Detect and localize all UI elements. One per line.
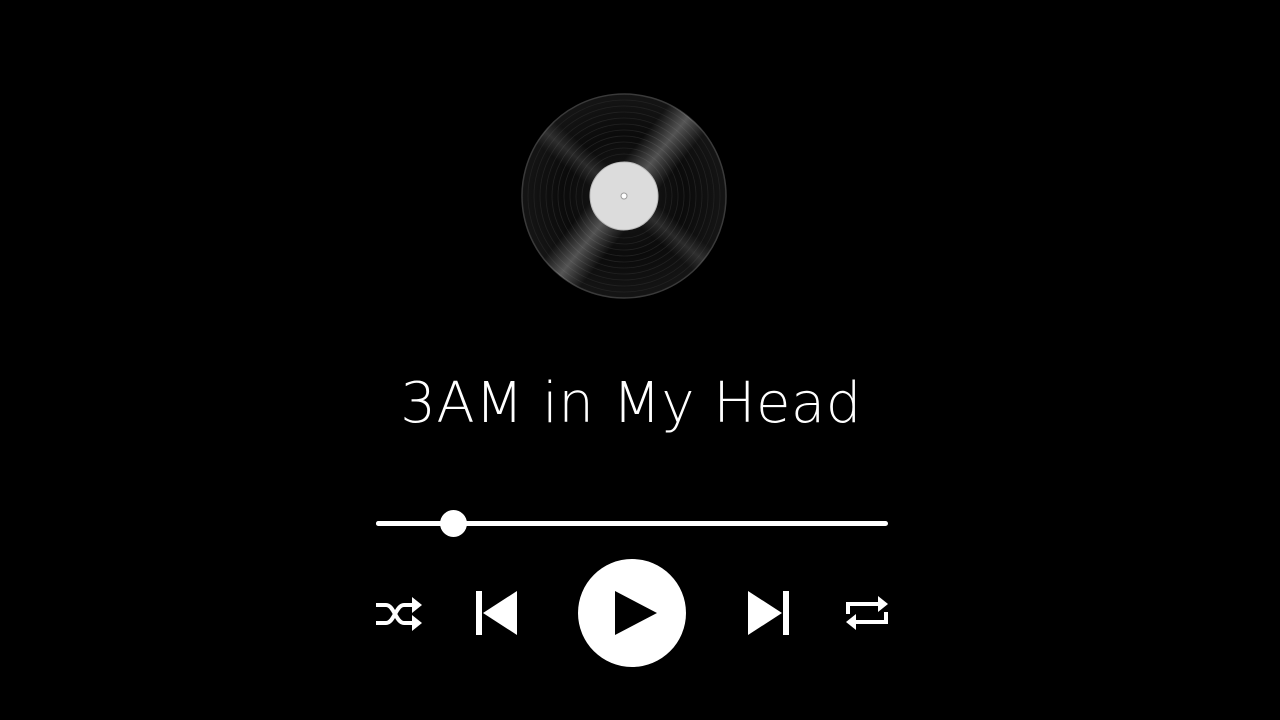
skip-previous-icon (476, 591, 517, 635)
progress-slider[interactable] (376, 508, 888, 538)
play-button[interactable] (578, 559, 686, 667)
shuffle-button[interactable] (374, 594, 424, 634)
skip-next-icon (748, 591, 789, 635)
previous-button[interactable] (473, 588, 521, 638)
repeat-button[interactable] (842, 592, 892, 634)
play-icon (615, 591, 657, 635)
music-player: 3AM in My Head (0, 0, 1280, 720)
track-title: 3AM in My Head (400, 371, 862, 436)
shuffle-icon (376, 597, 422, 631)
repeat-icon (846, 596, 888, 630)
next-button[interactable] (744, 588, 792, 638)
vinyl-record-icon (510, 82, 739, 311)
progress-handle[interactable] (439, 510, 467, 537)
